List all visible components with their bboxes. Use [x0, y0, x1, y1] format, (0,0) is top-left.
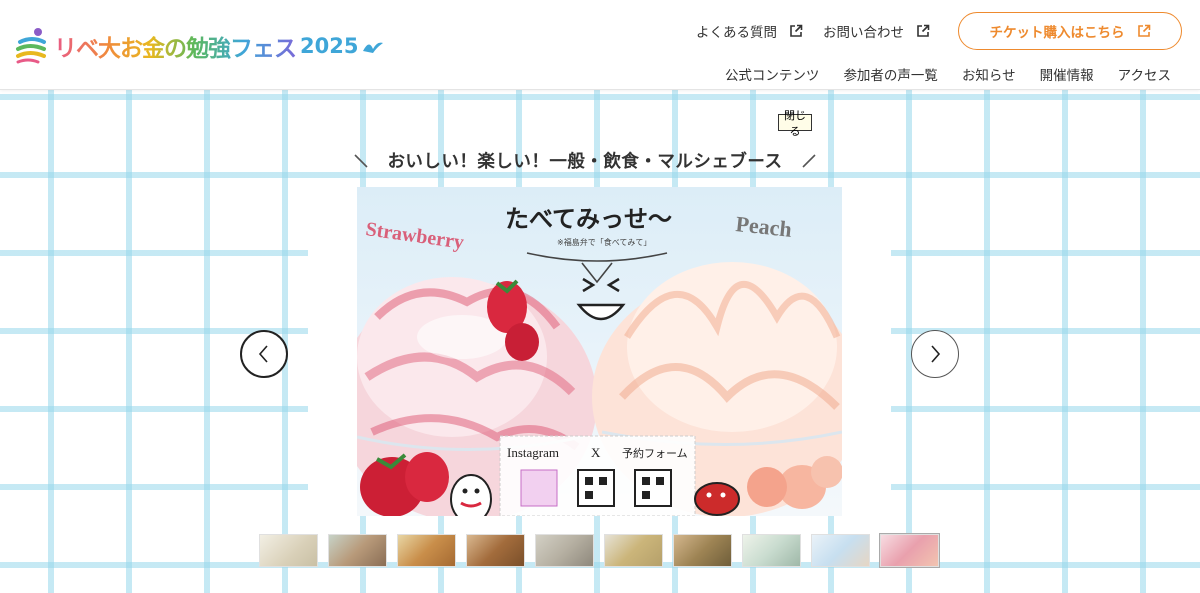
ticket-button-label: チケット購入はこちら: [989, 25, 1125, 41]
sns-label-x: X: [591, 445, 601, 460]
mascot-red-cow-icon: [694, 482, 740, 516]
slide-title-text: おいしい！楽しい！一般・飲食・マルシェブース: [387, 152, 783, 172]
contact-link-label: お問い合わせ: [823, 25, 904, 41]
instagram-qr-code-icon[interactable]: [520, 469, 558, 507]
thumbnail-8[interactable]: [742, 534, 801, 567]
utility-links: よくある質問 お問い合わせ: [696, 21, 930, 41]
sns-label-instagram: Instagram: [507, 445, 559, 460]
slide-image[interactable]: Strawberry Peach たべてみっせ～ ※福島弁で「食べてみて」 In…: [357, 187, 842, 516]
bird-icon: [363, 42, 384, 53]
nav-event-info[interactable]: 開催情報: [1040, 64, 1094, 84]
strawberry-word: Strawberry: [364, 218, 465, 254]
site-logo[interactable]: リベ大お金の勉強フェス 2025: [14, 26, 385, 66]
main-nav: 公式コンテンツ 参加者の声一覧 お知らせ 開催情報 アクセス: [725, 64, 1171, 84]
nav-official-content[interactable]: 公式コンテンツ: [725, 64, 820, 84]
site-header: リベ大お金の勉強フェス 2025 よくある質問 お問い合わせ チケット購入はこち…: [0, 0, 1200, 90]
next-slide-button[interactable]: [911, 330, 959, 378]
x-qr-code-icon[interactable]: [577, 469, 615, 507]
logo-year: 2025: [300, 34, 359, 58]
thumbnail-4[interactable]: [466, 534, 525, 567]
thumbnail-2[interactable]: [328, 534, 387, 567]
flyer-headline: たべてみっせ～: [505, 205, 672, 233]
thumbnail-5[interactable]: [535, 534, 594, 567]
thumbnail-10[interactable]: [879, 533, 940, 568]
external-link-icon: [790, 24, 803, 37]
faq-link[interactable]: よくある質問: [696, 21, 803, 41]
logo-mark-icon: [16, 28, 46, 64]
ticket-purchase-button[interactable]: チケット購入はこちら: [958, 12, 1182, 50]
thumbnail-7[interactable]: [673, 534, 732, 567]
faq-link-label: よくある質問: [696, 25, 777, 41]
logo-text: リベ大お金の勉強フェス: [54, 29, 297, 63]
thumbnail-1[interactable]: [259, 534, 318, 567]
mascot-white-icon: [450, 474, 492, 516]
external-link-icon: [1137, 24, 1150, 37]
reservation-qr-code-icon[interactable]: [634, 469, 672, 507]
thumbnail-6[interactable]: [604, 534, 663, 567]
thumbnail-strip: [259, 533, 940, 568]
smiley-face-icon: [576, 277, 626, 321]
external-link-icon: [917, 24, 930, 37]
flyer-note: ※福島弁で「食べてみて」: [557, 237, 651, 247]
thumbnail-3[interactable]: [397, 534, 456, 567]
nav-access[interactable]: アクセス: [1118, 64, 1171, 84]
slash-decoration-icon: [802, 154, 816, 168]
thumbnail-9[interactable]: [811, 534, 870, 567]
close-button[interactable]: 閉じる: [778, 110, 812, 138]
peach-word: Peach: [734, 211, 793, 242]
slash-decoration-icon: [354, 154, 368, 168]
nav-participant-voices[interactable]: 参加者の声一覧: [843, 64, 938, 84]
prev-slide-button[interactable]: [240, 330, 288, 378]
contact-link[interactable]: お問い合わせ: [823, 21, 930, 41]
nav-news[interactable]: お知らせ: [962, 64, 1016, 84]
slide-title: おいしい！楽しい！一般・飲食・マルシェブース: [0, 148, 1170, 173]
flyer-artwork: Strawberry Peach たべてみっせ～ ※福島弁で「食べてみて」 In…: [357, 205, 842, 516]
sns-label-reservation: 予約フォーム: [622, 446, 688, 460]
chevron-left-icon: [258, 345, 268, 363]
sns-panel: Instagram X 予約フォーム: [499, 435, 696, 516]
chevron-right-icon: [931, 345, 941, 363]
